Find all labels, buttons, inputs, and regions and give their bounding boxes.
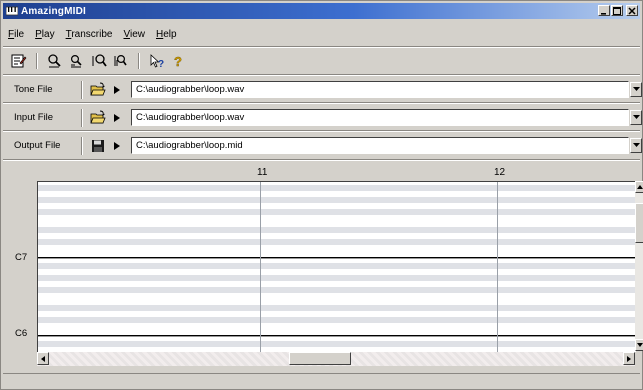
- scroll-up-button[interactable]: [635, 181, 643, 193]
- maximize-button[interactable]: [611, 5, 623, 16]
- menu-play[interactable]: Play: [34, 29, 55, 43]
- open-folder-icon: [90, 110, 106, 124]
- zoom-out-vertical-button[interactable]: [69, 53, 85, 69]
- arrow-right-icon: [627, 355, 631, 362]
- tone-file-path-field[interactable]: C:\audiograbber\loop.wav: [131, 81, 629, 98]
- zoom-vertical-in-icon: [48, 54, 61, 68]
- about-button[interactable]: ?: [171, 53, 187, 69]
- menu-bar: File Play Transcribe View Help: [7, 29, 178, 43]
- zoom-in-vertical-button[interactable]: [47, 53, 63, 69]
- toolbar-separator: [138, 53, 140, 69]
- arrow-left-icon: [41, 355, 45, 362]
- scroll-right-button[interactable]: [623, 352, 635, 365]
- dropdown-arrow-icon: [632, 115, 640, 119]
- horizontal-scroll-thumb[interactable]: [289, 352, 351, 365]
- piano-roll[interactable]: [37, 181, 636, 352]
- zoom-horizontal-out-icon: [114, 54, 127, 66]
- row-separator: [81, 109, 83, 127]
- zoom-out-horizontal-button[interactable]: [113, 53, 129, 69]
- time-ruler: 11 12: [3, 163, 642, 181]
- play-triangle-icon: [114, 86, 120, 94]
- output-save-button[interactable]: [90, 138, 106, 154]
- output-play-button[interactable]: [113, 141, 121, 151]
- open-folder-icon: [90, 82, 106, 96]
- dropdown-arrow-icon: [632, 87, 640, 91]
- toolbar-separator: [36, 53, 38, 69]
- window-title: AmazingMIDI: [21, 5, 86, 17]
- minimize-button[interactable]: [598, 5, 610, 16]
- output-file-label: Output File: [14, 140, 61, 151]
- row-divider: [3, 130, 640, 132]
- menu-file[interactable]: File: [7, 29, 25, 43]
- menu-play-label: lay: [41, 29, 55, 40]
- toolbar-divider: [3, 74, 640, 76]
- row-separator: [81, 81, 83, 99]
- zoom-horizontal-in-icon: [92, 54, 107, 67]
- svg-text:?: ?: [174, 54, 182, 69]
- input-file-row: Input File C:\audiograbber\loop.wav: [3, 107, 642, 129]
- output-file-dropdown-button[interactable]: [630, 138, 642, 153]
- output-file-row: Output File C:\audiograbber\loop.mid: [3, 135, 642, 157]
- menu-help[interactable]: Help: [155, 29, 178, 43]
- row-divider: [3, 159, 640, 161]
- horizontal-scrollbar[interactable]: [37, 352, 635, 366]
- input-file-dropdown-button[interactable]: [630, 110, 642, 125]
- save-disk-icon: [92, 140, 104, 152]
- minimize-icon: [601, 12, 606, 15]
- close-icon: [628, 6, 636, 15]
- play-triangle-icon: [114, 114, 120, 122]
- menu-transcribe[interactable]: Transcribe: [65, 29, 114, 43]
- zoom-in-horizontal-button[interactable]: [91, 53, 107, 69]
- svg-text:?: ?: [158, 59, 164, 69]
- note-label: C7: [15, 252, 28, 263]
- input-open-button[interactable]: [90, 110, 106, 126]
- tone-file-dropdown-button[interactable]: [630, 82, 642, 97]
- menu-transcribe-label: ranscribe: [71, 29, 113, 40]
- arrow-down-icon: [636, 343, 643, 347]
- menu-file-label: ile: [14, 29, 25, 40]
- status-bar: [3, 373, 640, 389]
- tone-file-row: Tone File C:\audiograbber\loop.wav: [3, 79, 642, 101]
- ruler-label: 12: [494, 167, 506, 178]
- input-file-path-field[interactable]: C:\audiograbber\loop.wav: [131, 109, 629, 126]
- tone-play-button[interactable]: [113, 85, 121, 95]
- dropdown-arrow-icon: [632, 143, 640, 147]
- menu-divider: [3, 46, 640, 48]
- close-button[interactable]: [626, 5, 638, 16]
- input-play-button[interactable]: [113, 113, 121, 123]
- note-label: C6: [15, 328, 28, 339]
- row-divider: [3, 102, 640, 104]
- play-triangle-icon: [114, 142, 120, 150]
- transcribe-button[interactable]: [11, 53, 27, 69]
- menu-view-label: iew: [129, 29, 145, 40]
- window-controls: [598, 5, 638, 16]
- arrow-up-icon: [636, 185, 643, 189]
- menu-view[interactable]: View: [122, 29, 146, 43]
- help-pointer-icon: ?: [150, 54, 164, 69]
- app-logo-icon: [5, 6, 19, 16]
- tone-open-button[interactable]: [90, 82, 106, 98]
- input-file-label: Input File: [14, 112, 54, 123]
- ruler-label: 11: [257, 167, 268, 178]
- scroll-down-button[interactable]: [635, 339, 643, 351]
- transcribe-icon: [11, 54, 27, 68]
- vertical-scrollbar[interactable]: [635, 181, 643, 351]
- context-help-button[interactable]: ?: [149, 53, 165, 69]
- toolbar: ? ?: [11, 51, 187, 71]
- output-file-path-field[interactable]: C:\audiograbber\loop.mid: [131, 137, 629, 154]
- menu-help-label: elp: [163, 29, 177, 40]
- piano-roll-grid: [38, 182, 636, 352]
- menu-play-accel: P: [35, 29, 42, 40]
- vertical-scroll-thumb[interactable]: [635, 203, 643, 243]
- row-separator: [81, 137, 83, 155]
- tone-file-label: Tone File: [14, 84, 53, 95]
- title-bar[interactable]: AmazingMIDI: [3, 3, 640, 19]
- question-mark-icon: ?: [174, 54, 182, 69]
- scroll-left-button[interactable]: [37, 352, 49, 365]
- maximize-icon: [613, 6, 621, 15]
- app-window: AmazingMIDI File Play Transcribe View He…: [0, 0, 643, 390]
- zoom-vertical-out-icon: [70, 54, 82, 68]
